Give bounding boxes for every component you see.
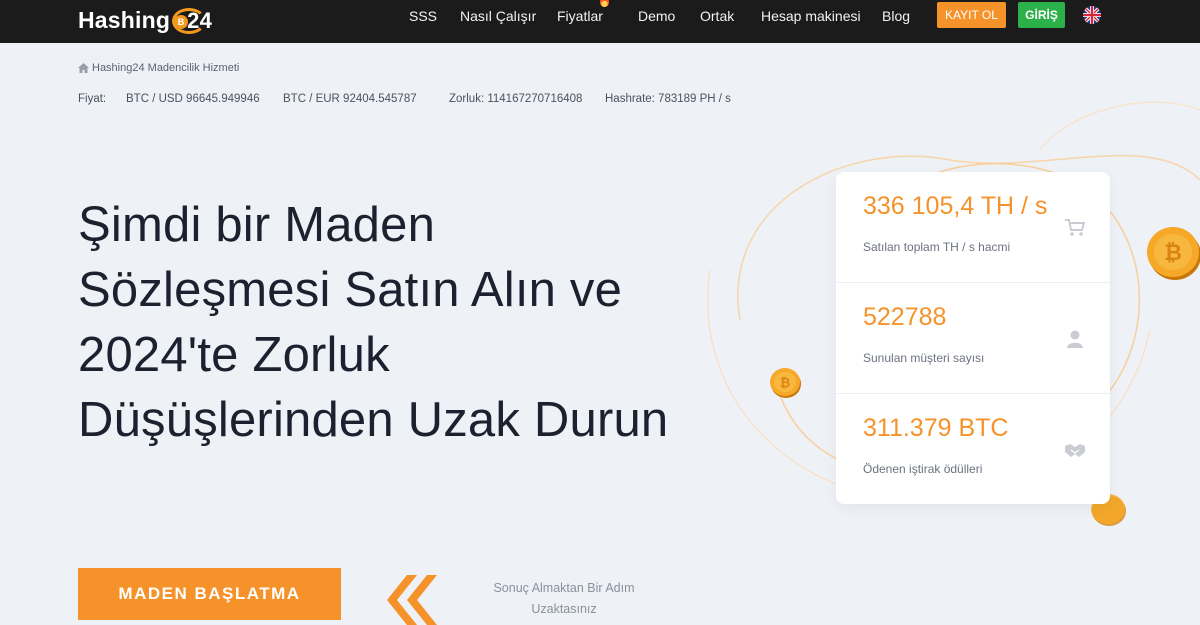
btc-usd-price: BTC / USD 96645.949946 <box>126 93 260 105</box>
fire-icon <box>600 0 609 7</box>
nav-item-demo[interactable]: Demo <box>638 8 675 24</box>
breadcrumb: Hashing24 Madencilik Hizmeti <box>78 62 239 74</box>
difficulty-value: Zorluk: 114167270716408 <box>449 93 583 105</box>
nav-item-calculator[interactable]: Hesap makinesi <box>761 8 861 24</box>
price-label: Fiyat: <box>78 93 107 105</box>
nav-item-how-it-works[interactable]: Nasıl Çalışır <box>460 8 536 24</box>
hero-title: Şimdi bir Maden Sözleşmesi Satın Alın ve… <box>78 198 669 447</box>
stat-customers: 522788 Sunulan müşteri sayısı <box>836 282 1110 393</box>
stat-affiliate-rewards: 311.379 BTC Ödenen iştirak ödülleri <box>836 393 1110 504</box>
cart-icon <box>1065 219 1085 236</box>
top-navigation-bar: Hashing B 24 SSS Nasıl Çalışır Fiyatlar … <box>0 0 1200 43</box>
user-icon <box>1067 330 1083 348</box>
stats-card: 336 105,4 TH / s Satılan toplam TH / s h… <box>836 172 1110 504</box>
nav-item-pricing[interactable]: Fiyatlar <box>557 8 603 24</box>
chevron-left-icon <box>387 575 437 625</box>
stat-label: Satılan toplam TH / s hacmi <box>863 240 1011 254</box>
logo-text: Hashing <box>78 6 171 33</box>
nav-item-blog[interactable]: Blog <box>882 8 910 24</box>
svg-text:₿: ₿ <box>1164 241 1182 266</box>
stat-value: 336 105,4 TH / s <box>863 192 1048 220</box>
nav-item-sss[interactable]: SSS <box>409 8 437 24</box>
handshake-icon <box>1065 444 1085 457</box>
logo-badge-icon: B 24 <box>172 2 212 38</box>
btc-eur-price: BTC / EUR 92404.545787 <box>283 93 417 105</box>
stat-total-hashrate: 336 105,4 TH / s Satılan toplam TH / s h… <box>836 172 1110 282</box>
stat-value: 311.379 BTC <box>863 414 1009 442</box>
stat-label: Sunulan müşteri sayısı <box>863 351 985 365</box>
logo[interactable]: Hashing B 24 <box>78 2 212 38</box>
login-button[interactable]: GİRİŞ <box>1018 2 1065 28</box>
cta-note: Sonuç Almaktan Bir Adım Uzaktasınız <box>493 581 635 616</box>
home-icon[interactable] <box>78 63 89 73</box>
register-button[interactable]: KAYIT OL <box>937 2 1006 28</box>
start-mining-button[interactable]: MADEN BAŞLATMA <box>78 568 341 620</box>
uk-flag-icon[interactable] <box>1083 6 1101 24</box>
svg-text:₿: ₿ <box>780 376 791 391</box>
nav-item-partner[interactable]: Ortak <box>700 8 734 24</box>
bitcoin-coin-icon: ₿ <box>1147 227 1200 280</box>
stat-label: Ödenen iştirak ödülleri <box>863 462 983 476</box>
bitcoin-coin-icon: ₿ <box>770 368 801 398</box>
breadcrumb-item[interactable]: Hashing24 Madencilik Hizmeti <box>92 62 239 74</box>
stat-value: 522788 <box>863 303 947 331</box>
